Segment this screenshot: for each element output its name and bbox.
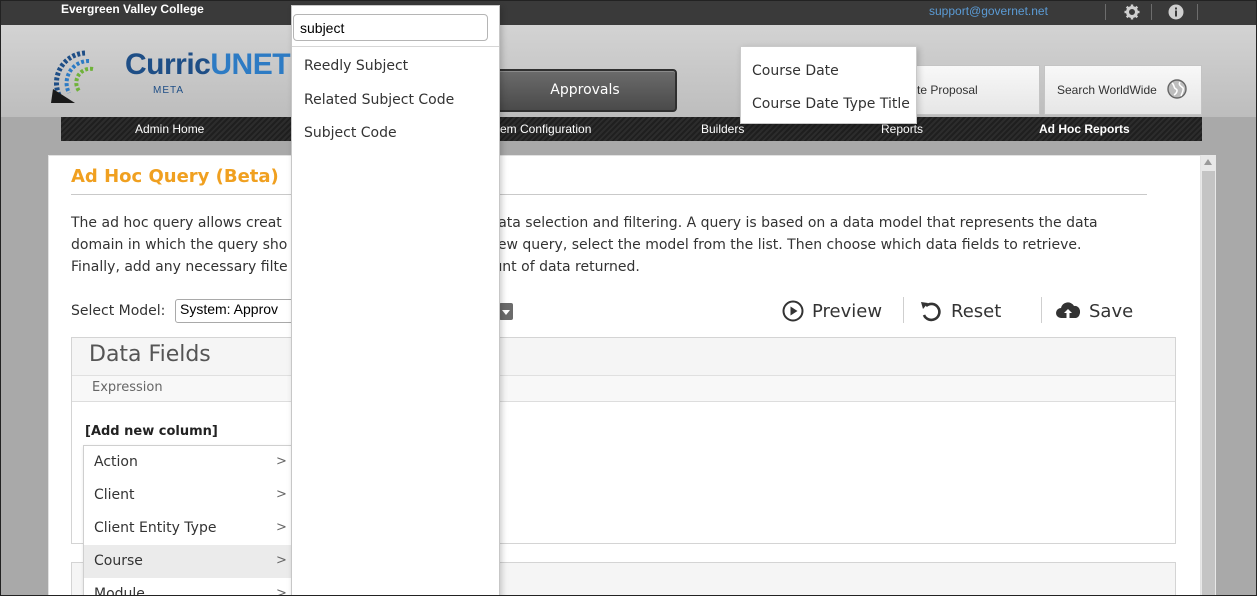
chevron-down-icon[interactable] xyxy=(499,303,513,320)
top-bar: Evergreen Valley College support@governe… xyxy=(1,1,1256,25)
data-fields-title: Data Fields xyxy=(89,342,211,367)
support-email-link[interactable]: support@governet.net xyxy=(929,4,1048,18)
reset-label: Reset xyxy=(951,300,1002,322)
undo-icon xyxy=(921,302,941,322)
reset-button[interactable]: Reset xyxy=(919,297,1001,325)
info-icon[interactable] xyxy=(1167,4,1185,20)
toolbar-divider xyxy=(1041,297,1042,323)
main-nav: Admin Home em Configuration Builders Rep… xyxy=(61,117,1202,141)
gear-icon[interactable] xyxy=(1123,4,1141,20)
search-worldwide-label: Search WorldWide xyxy=(1057,83,1157,97)
save-button[interactable]: Save xyxy=(1055,297,1133,325)
page-title: Ad Hoc Query (Beta) xyxy=(71,166,279,187)
app-window: Evergreen Valley College support@governe… xyxy=(0,0,1257,596)
submenu-arrow-icon: > xyxy=(276,454,287,469)
globe-icon xyxy=(1167,79,1187,99)
nav-item-builders[interactable]: Builders xyxy=(701,117,744,141)
menu-item-module[interactable]: Module > xyxy=(84,578,292,596)
nav-item-admin-home[interactable]: Admin Home xyxy=(135,117,204,141)
submenu-arrow-icon: > xyxy=(276,487,287,502)
preview-button[interactable]: Preview xyxy=(782,297,882,325)
search-worldwide-button[interactable]: Search WorldWide xyxy=(1044,65,1202,115)
topbar-divider xyxy=(1197,4,1198,20)
menu-item-action[interactable]: Action > xyxy=(84,446,292,479)
field-item-course-date-type-title[interactable]: Course Date Type Title xyxy=(752,96,910,112)
menu-item-client[interactable]: Client > xyxy=(84,479,292,512)
search-result-item[interactable]: Related Subject Code xyxy=(304,92,454,108)
topbar-divider xyxy=(1151,4,1152,20)
field-search-input[interactable] xyxy=(293,14,488,41)
approvals-button[interactable]: Approvals xyxy=(493,69,677,112)
description-line-1: The ad hoc query allows creat n data sel… xyxy=(71,215,1098,231)
logo-arcs-icon xyxy=(51,50,94,103)
nav-item-ad-hoc-reports[interactable]: Ad Hoc Reports xyxy=(1039,117,1130,141)
toolbar-divider xyxy=(903,297,904,323)
search-divider xyxy=(292,46,499,47)
menu-item-course[interactable]: Course > xyxy=(84,545,292,578)
logo-meta: META xyxy=(153,85,185,96)
preview-label: Preview xyxy=(812,300,883,322)
college-name: Evergreen Valley College xyxy=(61,2,204,16)
header: CurricUNET META Approvals te Proposal Se… xyxy=(1,25,1256,117)
create-proposal-label: te Proposal xyxy=(917,83,978,97)
search-result-item[interactable]: Reedly Subject xyxy=(304,58,408,74)
model-select[interactable]: System: Approv xyxy=(175,299,305,323)
expression-label: Expression xyxy=(92,380,163,395)
submenu-arrow-icon: > xyxy=(276,520,287,535)
title-divider xyxy=(71,194,1147,195)
description-line-3: Finally, add any necessary filte nount o… xyxy=(71,259,640,275)
expression-column-header: Expression xyxy=(72,376,1175,402)
submenu-arrow-icon: > xyxy=(276,586,287,596)
nav-item-system-configuration[interactable]: em Configuration xyxy=(500,117,591,141)
entity-menu: Action > Client > Client Entity Type > C… xyxy=(83,445,293,596)
add-new-column-link[interactable]: [Add new column] xyxy=(85,424,218,439)
field-item-course-date[interactable]: Course Date xyxy=(752,63,839,79)
play-circle-icon xyxy=(782,300,804,322)
menu-item-client-entity-type[interactable]: Client Entity Type > xyxy=(84,512,292,545)
search-result-item[interactable]: Subject Code xyxy=(304,125,397,141)
select-model-label: Select Model: xyxy=(71,303,166,319)
cloud-upload-icon xyxy=(1056,302,1081,318)
topbar-divider xyxy=(1105,4,1106,20)
course-field-popup: Course Date Course Date Type Title xyxy=(740,46,917,124)
field-search-popup: Reedly Subject Related Subject Code Subj… xyxy=(291,5,500,595)
scroll-up-arrow[interactable] xyxy=(1204,159,1212,165)
logo-wordmark: CurricUNET xyxy=(125,48,291,81)
save-label: Save xyxy=(1089,300,1134,322)
scrollbar-thumb[interactable] xyxy=(1202,171,1215,595)
data-fields-header: Data Fields xyxy=(72,338,1175,376)
description-line-2: domain in which the query sho a new quer… xyxy=(71,237,1082,253)
curricunet-logo[interactable]: CurricUNET META xyxy=(45,43,291,107)
submenu-arrow-icon: > xyxy=(276,553,287,568)
